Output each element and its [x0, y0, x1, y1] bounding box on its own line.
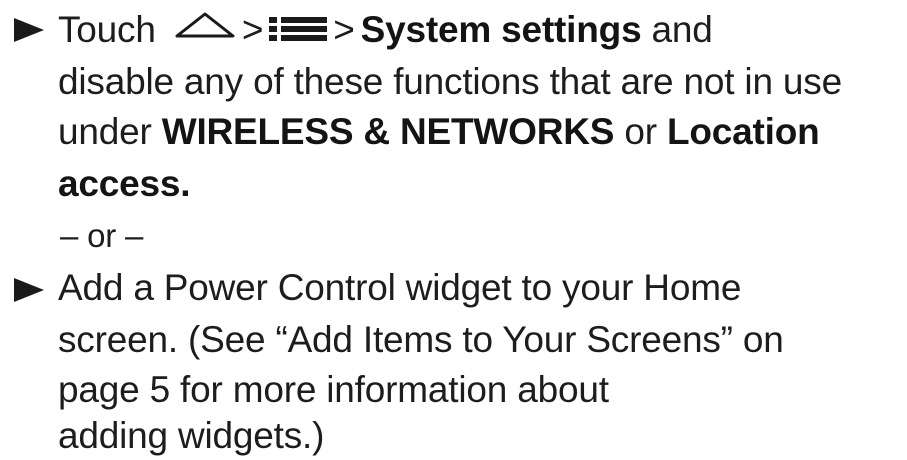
menu-icon: [269, 15, 328, 43]
home-icon: [174, 4, 236, 52]
triangle-bullet-icon: [14, 278, 44, 302]
triangle-bullet-icon: [14, 18, 44, 42]
step1-line1: Touch > > System settings and: [58, 6, 713, 54]
or-text: or: [614, 111, 667, 152]
system-settings-label: System settings: [360, 9, 642, 50]
step2-line1: Add a Power Control widget to your Home: [58, 267, 742, 308]
wireless-networks-label: WIRELESS & NETWORKS: [161, 111, 615, 152]
arrow-separator: >: [241, 9, 264, 50]
instruction-page: Touch > > System settings and disable any…: [0, 0, 907, 457]
and-text: and: [641, 9, 713, 50]
step2-line2: screen. (See “Add Items to Your Screens”…: [58, 319, 784, 360]
under-text: under: [58, 111, 162, 152]
step1-line3: under WIRELESS & NETWORKS or Location: [58, 108, 820, 156]
step1-line2: disable any of these functions that are …: [58, 61, 842, 102]
step1-line4: access.: [58, 163, 191, 204]
step2-line3: page 5 for more information about: [58, 369, 609, 410]
or-separator: – or –: [60, 217, 144, 254]
touch-text: Touch: [58, 9, 156, 50]
step2-line4: adding widgets.): [58, 415, 325, 456]
arrow-separator: >: [333, 9, 355, 50]
location-label: Location: [666, 111, 820, 152]
